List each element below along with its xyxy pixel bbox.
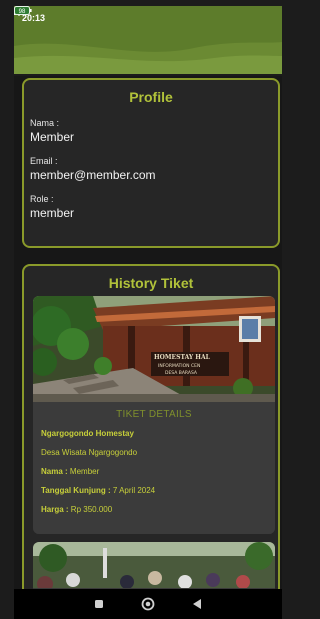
nama-value: Member (69, 467, 100, 476)
field-label: Role : (30, 194, 54, 204)
profile-field-email: Email : member@member.com (24, 156, 278, 182)
field-value: member@member.com (30, 168, 156, 182)
system-navbar (14, 589, 282, 619)
field-label: Email : (30, 156, 58, 166)
ticket-destination-name: Ngargogondo Homestay (41, 429, 275, 438)
photo-sign-line-3: DESA BARASA (165, 370, 198, 376)
home-button[interactable] (138, 594, 158, 614)
battery-level: 98 (19, 9, 26, 15)
ticket-photo-partial (33, 542, 275, 589)
recent-apps-icon (94, 600, 103, 608)
back-icon (193, 599, 202, 609)
photo-sign-line-2: INFORMATION CEN (158, 363, 200, 369)
ticket-details-title: TIKET DETAILS (116, 409, 192, 420)
ticket-date-row: Tanggal Kunjung : 7 April 2024 (41, 486, 275, 495)
photo-sign-line-1: HOMESTAY HAL (154, 354, 211, 361)
history-card: History Tiket HOMESTAY HAL INFORMATION C… (22, 264, 280, 589)
date-value: 7 April 2024 (112, 486, 156, 495)
price-value: Rp 350.000 (70, 505, 113, 514)
history-title: History Tiket (108, 275, 194, 291)
app-header: 20:13 98 (14, 6, 282, 74)
ticket-village: Desa Wisata Ngargogondo (41, 448, 138, 457)
ticket-card-partial[interactable] (33, 542, 275, 589)
phone-screen: 20:13 98 Profile Nama : Member Email : m… (14, 6, 282, 619)
ticket-price-row: Harga : Rp 350.000 (41, 505, 275, 514)
ticket-nama-row: Nama : Member (41, 467, 275, 476)
status-bar: 20:13 98 (14, 6, 282, 30)
profile-title: Profile (129, 89, 173, 105)
home-icon (141, 597, 155, 611)
ticket-details: TIKET DETAILS Ngargogondo Homestay Desa … (33, 402, 275, 534)
scroll-content[interactable]: Profile Nama : Member Email : member@mem… (14, 76, 282, 589)
battery-icon: 98 (14, 6, 32, 15)
price-label: Harga : (41, 505, 69, 514)
back-button[interactable] (187, 594, 207, 614)
date-label: Tanggal Kunjung : (41, 486, 111, 495)
profile-card: Profile Nama : Member Email : member@mem… (22, 78, 280, 248)
field-value: Member (30, 130, 75, 144)
homestay-photo: HOMESTAY HAL INFORMATION CEN DESA BARASA (33, 296, 275, 402)
profile-field-nama: Nama : Member (24, 118, 278, 144)
nama-label: Nama : (41, 467, 68, 476)
profile-field-role: Role : member (24, 194, 278, 220)
field-label: Nama : (30, 118, 60, 128)
recent-apps-button[interactable] (89, 594, 109, 614)
destination-name: Ngargogondo Homestay (41, 429, 134, 438)
field-value: member (30, 206, 75, 220)
ticket-card[interactable]: HOMESTAY HAL INFORMATION CEN DESA BARASA… (33, 296, 275, 534)
